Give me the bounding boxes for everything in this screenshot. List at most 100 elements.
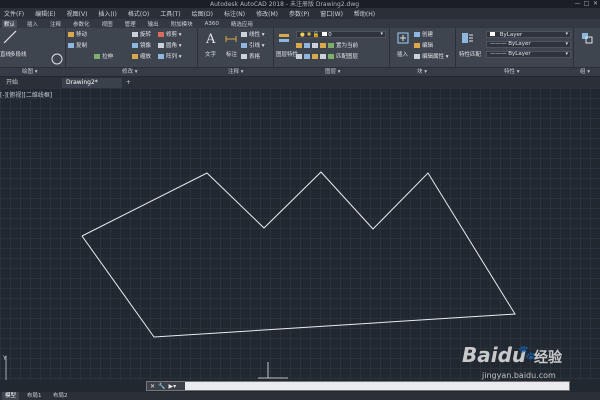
menu-window[interactable]: 窗口(W) [320, 9, 343, 18]
wrench-icon[interactable]: 🔧 [158, 383, 165, 390]
menu-modify[interactable]: 修改(M) [256, 9, 278, 18]
stretch-button[interactable]: 拉伸 [94, 52, 113, 60]
block-panel: 插入 创建 编辑 编辑属性 ▾ [390, 28, 456, 68]
lineweight-dropdown[interactable]: ——— ByLayer ▾ [486, 51, 571, 58]
svg-text:Y: Y [2, 355, 7, 362]
tab-view[interactable]: 视图 [100, 20, 115, 28]
close-command-line-icon[interactable]: ✕ [150, 383, 155, 390]
group-icon[interactable] [580, 31, 594, 45]
tab-model[interactable]: 模型 [2, 392, 20, 400]
edit-block-button[interactable]: 编辑 [414, 41, 433, 49]
trim-label: 修剪 ▾ [166, 32, 182, 38]
layer-off-icon[interactable] [296, 42, 302, 48]
menu-tools[interactable]: 工具(T) [160, 9, 180, 18]
move-icon [68, 31, 74, 37]
trim-button[interactable]: 修剪 ▾ [158, 30, 182, 38]
linear-button[interactable]: 线性 ▾ [241, 30, 265, 38]
circle-icon[interactable] [50, 52, 64, 66]
mirror-button[interactable]: 镜像 [132, 41, 151, 49]
tab-featured-apps[interactable]: 精选应用 [229, 20, 255, 28]
menu-parametric[interactable]: 参数(P) [289, 9, 309, 18]
menu-view[interactable]: 视图(V) [67, 9, 88, 18]
tab-manage[interactable]: 管理 [123, 20, 138, 28]
layer-isolate-icon[interactable] [304, 42, 310, 48]
sun-icon: ✺ [306, 32, 312, 38]
chevron-down-icon: ▾ [565, 51, 568, 57]
watermark-cn: 经验 [534, 350, 562, 366]
minimize-button[interactable]: — [573, 0, 582, 8]
match-properties-icon[interactable] [460, 31, 474, 45]
edit-attributes-label: 编辑属性 ▾ [422, 54, 449, 60]
linetype-value: ByLayer [508, 41, 531, 47]
linetype-dropdown[interactable]: ——— ByLayer ▾ [486, 41, 571, 48]
tab-layout2[interactable]: 布局2 [50, 392, 71, 400]
polyline-button[interactable]: 多段线 [10, 50, 27, 58]
edit-attributes-button[interactable]: 编辑属性 ▾ [414, 52, 449, 60]
menu-file[interactable]: 文件(F) [4, 9, 24, 18]
close-window-button[interactable]: ✕ [591, 0, 600, 8]
create-block-button[interactable]: 创建 [414, 30, 433, 38]
properties-panel-title[interactable]: 特性 ▾ [504, 68, 520, 76]
tab-parametric[interactable]: 参数化 [71, 20, 92, 28]
table-button[interactable]: 表格 [241, 52, 260, 60]
tab-default[interactable]: 默认 [2, 19, 18, 28]
array-label: 阵列 ▾ [166, 54, 182, 60]
make-current-button[interactable]: 置为当前 [336, 41, 358, 49]
leader-button[interactable]: 引线 ▾ [241, 41, 265, 49]
command-prompt-icon[interactable]: ▶▾ [169, 383, 177, 390]
menu-help[interactable]: 帮助(H) [354, 9, 375, 18]
tab-insert[interactable]: 插入 [25, 20, 40, 28]
insert-block-icon[interactable] [396, 31, 410, 45]
modify-panel: 移动 复制 拉伸 旋转 镜像 缩放 修剪 ▾ 圆角 ▾ 阵列 ▾ [66, 28, 198, 68]
draw-panel-title[interactable]: 绘图 ▾ [22, 68, 38, 76]
dimension-icon[interactable] [224, 31, 238, 45]
polyline-shape[interactable] [81, 171, 516, 338]
move-button[interactable]: 移动 [68, 30, 87, 38]
scale-button[interactable]: 缩放 [132, 52, 151, 60]
menu-draw[interactable]: 绘图(D) [192, 9, 213, 18]
rotate-button[interactable]: 旋转 [132, 30, 151, 38]
modify-panel-title[interactable]: 修改 ▾ [122, 68, 138, 76]
array-button[interactable]: 阵列 ▾ [158, 52, 182, 60]
chevron-down-icon: ▾ [565, 41, 568, 47]
menu-insert[interactable]: 插入(I) [98, 9, 116, 18]
layer-freeze-icon[interactable] [312, 42, 318, 48]
layer-lock-icon[interactable] [320, 42, 326, 48]
layer-properties-icon[interactable] [277, 31, 291, 45]
groups-panel-title[interactable]: 组 ▾ [580, 68, 590, 76]
menu-format[interactable]: 格式(O) [128, 9, 149, 18]
tab-output[interactable]: 输出 [146, 20, 161, 28]
menu-edit[interactable]: 编辑(E) [35, 9, 55, 18]
color-dropdown[interactable]: ByLayer ▾ [486, 31, 571, 38]
match-properties-button[interactable]: 特性匹配 [459, 50, 481, 58]
lineweight-sample: ——— [490, 51, 507, 57]
match-layer-button[interactable]: 匹配图层 [336, 52, 358, 60]
tab-start[interactable]: 开始 [2, 78, 58, 88]
menu-dimension[interactable]: 标注(N) [224, 9, 245, 18]
layer-unisolate-icon[interactable] [296, 53, 302, 59]
layer-walk-icon[interactable] [320, 53, 326, 59]
block-panel-title[interactable]: 块 ▾ [417, 68, 427, 76]
new-tab-button[interactable]: + [124, 78, 134, 88]
copy-button[interactable]: 复制 [68, 41, 87, 49]
tab-a360[interactable]: A360 [203, 21, 221, 27]
text-icon[interactable]: A [204, 31, 218, 45]
line-icon[interactable] [3, 30, 17, 44]
layer-unlock-icon[interactable] [312, 53, 318, 59]
tab-drawing2[interactable]: Drawing2* [62, 78, 122, 88]
annotation-panel-title[interactable]: 注释 ▾ [228, 68, 244, 76]
insert-button[interactable]: 插入 [397, 50, 408, 58]
layer-properties-button[interactable]: 图层特性 [276, 50, 298, 58]
dimension-button[interactable]: 标注 [226, 50, 237, 58]
layers-panel-title[interactable]: 图层 ▾ [325, 68, 341, 76]
layer-dropdown[interactable]: ● ✺ 🔓 0 ▾ [296, 31, 386, 38]
tab-layout1[interactable]: 布局1 [24, 392, 45, 400]
maximize-button[interactable]: □ [582, 0, 591, 8]
text-button[interactable]: 文字 [205, 50, 216, 58]
fillet-button[interactable]: 圆角 ▾ [158, 41, 182, 49]
layer-thaw-icon[interactable] [304, 53, 310, 59]
tab-addins[interactable]: 附加模块 [169, 20, 195, 28]
annotation-panel: A 文字 标注 线性 ▾ 引线 ▾ 表格 [198, 28, 274, 68]
color-value: ByLayer [499, 32, 523, 38]
tab-annotate[interactable]: 注释 [48, 20, 63, 28]
